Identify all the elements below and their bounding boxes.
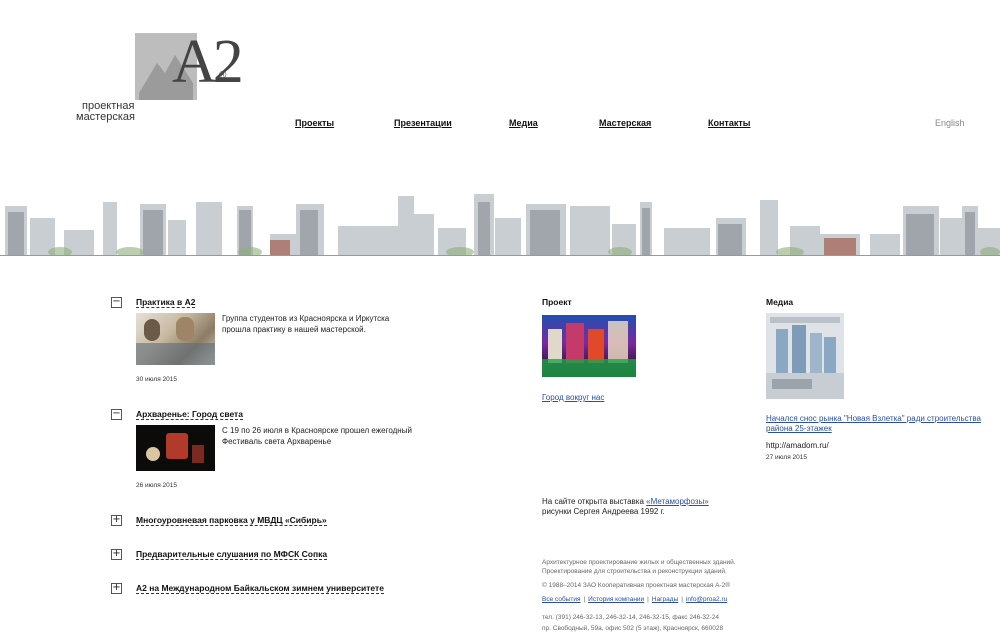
- footer-link-awards[interactable]: Награды: [652, 596, 678, 603]
- news-title-arkhvarenye[interactable]: Архваренье: Город света: [136, 409, 243, 420]
- logo-mark-text: A2: [172, 28, 244, 96]
- nav-projects[interactable]: Проекты: [295, 118, 334, 128]
- project-heading: Проект: [542, 297, 572, 307]
- news-text-practice: Группа студентов из Красноярска и Иркутс…: [222, 314, 390, 334]
- news-thumbnail-practice[interactable]: [136, 313, 215, 365]
- skyline-ground-line: [0, 255, 1000, 256]
- news-title-baikal[interactable]: А2 на Международном Байкальском зимнем у…: [136, 583, 384, 594]
- logo-line2: мастерская: [76, 111, 135, 123]
- media-date: 27 июля 2015: [766, 454, 807, 461]
- footer-link-email[interactable]: info@proa2.ru: [686, 596, 727, 603]
- language-switch-english[interactable]: English: [935, 118, 965, 128]
- nav-workshop[interactable]: Мастерская: [599, 118, 651, 128]
- news-title-practice[interactable]: Практика в А2: [136, 297, 196, 308]
- project-link[interactable]: Город вокруг нас: [542, 393, 604, 403]
- footer-link-company-history[interactable]: История компании: [588, 596, 644, 603]
- collapse-toggle[interactable]: −: [111, 297, 122, 308]
- news-title-parking[interactable]: Многоуровневая парковка у МВДЦ «Сибирь»: [136, 515, 327, 526]
- exhibition-prefix: На сайте открыта выставка: [542, 497, 647, 506]
- expand-toggle[interactable]: +: [111, 515, 122, 526]
- logo[interactable]: A2 ® проектная мастерская: [76, 28, 244, 128]
- exhibition-notice: На сайте открыта выставка «Метаморфозы» …: [542, 497, 742, 517]
- footer-copyright: © 1988–2014 ЗАО Кооперативная проектная …: [542, 582, 731, 589]
- news-date-arkhvarenye: 26 июля 2015: [136, 482, 177, 489]
- news-text-arkhvarenye: С 19 по 26 июля в Красноярске прошел еже…: [222, 426, 412, 446]
- footer-description-line2: Проектирование для строительства и рекон…: [542, 568, 727, 575]
- logo-registered: ®: [219, 70, 227, 81]
- nav-contacts[interactable]: Контакты: [708, 118, 750, 128]
- project-thumbnail[interactable]: [542, 315, 636, 377]
- exhibition-link[interactable]: «Метаморфозы»: [646, 497, 709, 506]
- media-thumbnail[interactable]: [766, 313, 844, 399]
- nav-presentations[interactable]: Презентации: [394, 118, 452, 128]
- news-title-sopka[interactable]: Предварительные слушания по МФСК Сопка: [136, 549, 328, 560]
- footer-address: пр. Свободный, 59а, офис 502 (5 этаж), К…: [542, 625, 724, 632]
- footer-phone: тел. (391) 246-32-13, 246-32-14, 246-32-…: [542, 614, 719, 621]
- collapse-toggle[interactable]: −: [111, 409, 122, 420]
- media-source: http://amadom.ru/: [766, 441, 829, 450]
- footer-description-line1: Архитектурное проектирование жилых и общ…: [542, 559, 736, 566]
- exhibition-suffix: рисунки Сергея Андреева 1992 г.: [542, 507, 665, 516]
- media-heading: Медиа: [766, 297, 794, 307]
- media-link[interactable]: Начался снос рынка "Новая Взлетка" ради …: [766, 414, 996, 434]
- news-date-practice: 30 июля 2015: [136, 376, 177, 383]
- expand-toggle[interactable]: +: [111, 583, 122, 594]
- expand-toggle[interactable]: +: [111, 549, 122, 560]
- skyline-banner: [5, 194, 1000, 256]
- footer-links: Все события | История компании | Награды | inf…: [542, 596, 728, 603]
- news-thumbnail-arkhvarenye[interactable]: [136, 425, 215, 471]
- footer-link-all-events[interactable]: Все события: [542, 596, 580, 603]
- nav-media[interactable]: Медиа: [509, 118, 538, 128]
